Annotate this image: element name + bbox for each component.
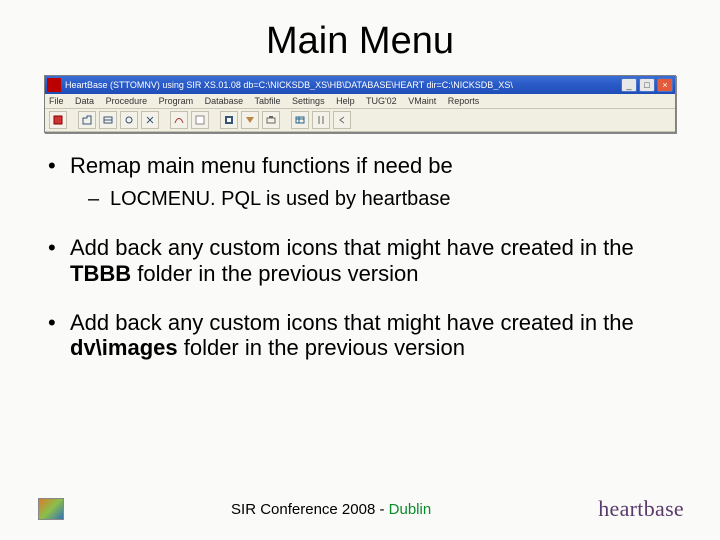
- toolbar: [45, 109, 675, 132]
- menu-item: Help: [336, 96, 355, 106]
- toolbar-icon: [49, 111, 67, 129]
- toolbar-icon: [262, 111, 280, 129]
- toolbar-icon: [99, 111, 117, 129]
- menu-item: Tabfile: [255, 96, 281, 106]
- footer-location: Dublin: [389, 501, 432, 518]
- menu-item: File: [49, 96, 64, 106]
- window-caption: HeartBase (STTOMNV) using SIR XS.01.08 d…: [65, 80, 621, 90]
- menu-item: Procedure: [106, 96, 148, 106]
- app-window-screenshot: HeartBase (STTOMNV) using SIR XS.01.08 d…: [44, 75, 676, 133]
- menu-item: Database: [205, 96, 244, 106]
- menu-item: Data: [75, 96, 94, 106]
- menu-item: Program: [159, 96, 194, 106]
- bullet-item: Remap main menu functions if need be LOC…: [44, 153, 676, 211]
- toolbar-icon: [120, 111, 138, 129]
- toolbar-icon: [291, 111, 309, 129]
- titlebar: HeartBase (STTOMNV) using SIR XS.01.08 d…: [45, 76, 675, 94]
- menu-item: TUG'02: [366, 96, 397, 106]
- toolbar-icon: [170, 111, 188, 129]
- bullet-text: Add back any custom icons that might hav…: [70, 310, 634, 335]
- minimize-button: _: [621, 78, 637, 92]
- toolbar-icon: [191, 111, 209, 129]
- footer-logo-icon: [38, 498, 64, 520]
- menu-item: Settings: [292, 96, 325, 106]
- bullet-text: LOCMENU. PQL is used by heartbase: [110, 188, 451, 210]
- footer-brand: heartbase: [598, 496, 684, 522]
- footer-conf-text: SIR Conference 2008 -: [231, 501, 389, 518]
- menu-item: VMaint: [408, 96, 436, 106]
- toolbar-icon: [78, 111, 96, 129]
- toolbar-icon: [220, 111, 238, 129]
- menu-item: Reports: [448, 96, 480, 106]
- app-icon: [47, 78, 61, 92]
- bullet-text: Add back any custom icons that might hav…: [70, 235, 634, 260]
- footer-conference: SIR Conference 2008 - Dublin: [64, 501, 598, 518]
- toolbar-icon: [141, 111, 159, 129]
- slide-title: Main Menu: [44, 20, 676, 63]
- toolbar-icon: [241, 111, 259, 129]
- toolbar-icon: [333, 111, 351, 129]
- bullet-bold: dv\images: [70, 335, 178, 360]
- bullet-bold: TBBB: [70, 261, 131, 286]
- toolbar-icon: [312, 111, 330, 129]
- bullet-item: Add back any custom icons that might hav…: [44, 310, 676, 361]
- maximize-button: □: [639, 78, 655, 92]
- sub-bullet-item: LOCMENU. PQL is used by heartbase: [88, 188, 676, 211]
- close-button: ×: [657, 78, 673, 92]
- menubar: File Data Procedure Program Database Tab…: [45, 94, 675, 109]
- bullet-text: Remap main menu functions if need be: [70, 153, 453, 178]
- bullet-text: folder in the previous version: [131, 261, 418, 286]
- bullet-text: folder in the previous version: [178, 335, 465, 360]
- bullet-item: Add back any custom icons that might hav…: [44, 235, 676, 286]
